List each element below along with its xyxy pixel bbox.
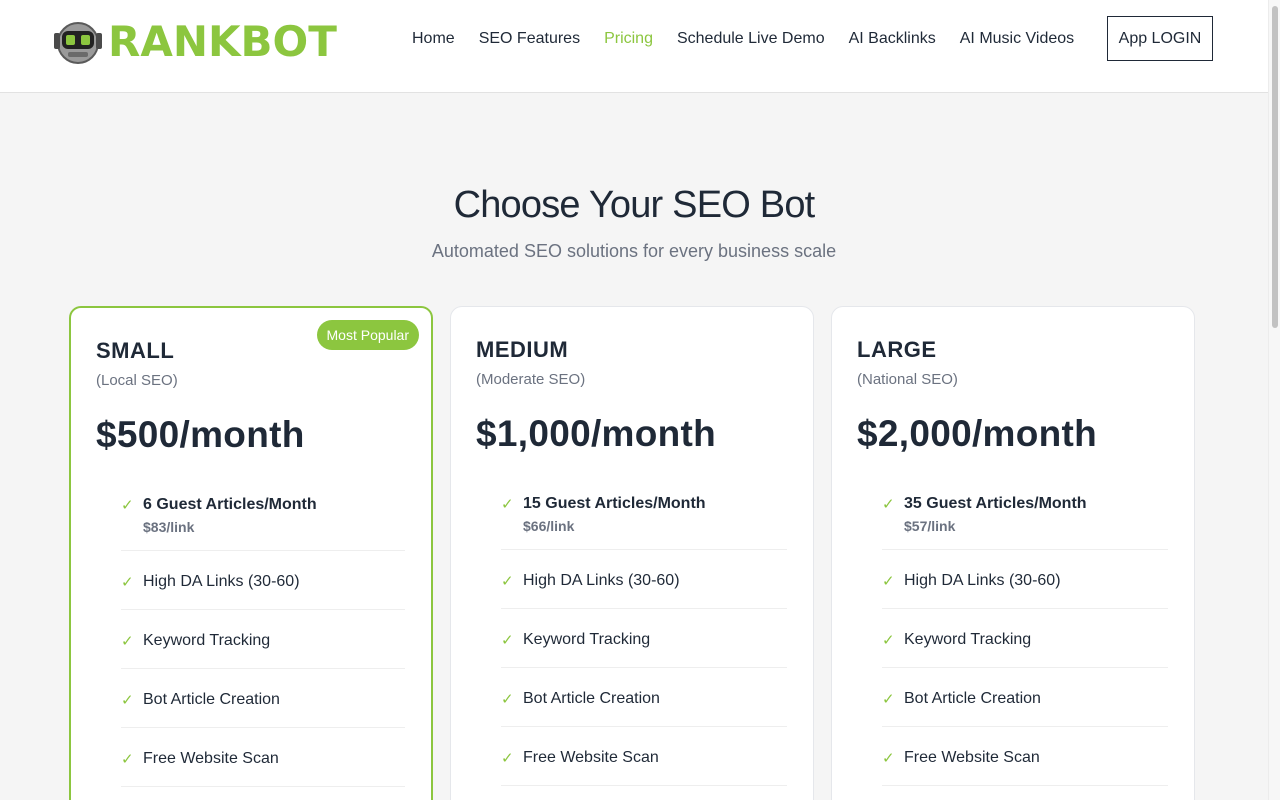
check-icon: ✓ [501,573,514,590]
feature-text: Bot Article Creation [904,690,1041,707]
feature-item: ✓ High DA Links (30-60) [882,550,1168,609]
plan-price: $1,000/month [476,413,717,454]
feature-item: ✓ Bot Article Creation [501,668,787,727]
check-icon: ✓ [121,574,134,591]
plan-scope: (Local SEO) [96,372,178,389]
check-icon: ✓ [882,691,895,708]
plan-card-large: LARGE (National SEO) $2,000/month ✓ 35 G… [831,306,1195,800]
plan-name: LARGE [857,337,937,362]
feature-text: Keyword Tracking [904,631,1032,648]
check-icon: ✓ [121,633,134,650]
feature-text: Free Website Scan [523,749,659,766]
feature-item: ✓ Keyword Tracking [121,610,405,669]
feature-articles: 15 Guest Articles/Month [523,495,706,512]
nav-ai-backlinks[interactable]: AI Backlinks [849,30,936,48]
feature-item: ✓ High DA Links (30-60) [501,550,787,609]
nav-ai-music-videos[interactable]: AI Music Videos [960,30,1074,48]
check-icon: ✓ [882,750,895,767]
check-icon: ✓ [121,751,134,768]
feature-item: ✓ Free Website Scan [501,727,787,786]
plan-price: $500/month [96,414,305,455]
feature-per-link: $66/link [523,518,575,534]
feature-item: ✓ Keyword Tracking [882,609,1168,668]
feature-item: ✓ High DA Links (30-60) [121,551,405,610]
feature-text: High DA Links (30-60) [904,572,1061,589]
scrollbar-thumb[interactable] [1272,6,1278,328]
feature-item: ✓ Free Website Scan [121,728,405,787]
check-icon: ✓ [882,496,895,513]
plan-price: $2,000/month [857,413,1098,454]
feature-text: Bot Article Creation [523,690,660,707]
feature-articles: 6 Guest Articles/Month [143,496,317,513]
feature-list: ✓ 15 Guest Articles/Month $66/link ✓ Hig… [501,485,787,786]
feature-item: ✓ 6 Guest Articles/Month $83/link [121,486,405,551]
brand-name: RANKBOT [108,17,337,66]
feature-list: ✓ 6 Guest Articles/Month $83/link ✓ High… [121,486,405,787]
feature-per-link: $83/link [143,519,195,535]
feature-text: Free Website Scan [143,750,279,767]
site-header: RANKBOT Home SEO Features Pricing Schedu… [0,0,1268,93]
nav-seo-features[interactable]: SEO Features [479,30,580,48]
logo[interactable]: RANKBOT [52,18,337,66]
feature-text: Keyword Tracking [523,631,651,648]
feature-text: High DA Links (30-60) [523,572,680,589]
check-icon: ✓ [501,691,514,708]
app-login-button[interactable]: App LOGIN [1107,16,1213,61]
robot-logo-icon [54,22,102,64]
feature-text: Keyword Tracking [143,632,271,649]
feature-text: High DA Links (30-60) [143,573,300,590]
feature-item: ✓ 35 Guest Articles/Month $57/link [882,485,1168,550]
check-icon: ✓ [501,750,514,767]
plan-name: SMALL [96,338,175,363]
check-icon: ✓ [121,692,134,709]
nav-home[interactable]: Home [412,30,455,48]
plan-name: MEDIUM [476,337,569,362]
page-scrollbar[interactable] [1268,0,1280,800]
plan-scope: (Moderate SEO) [476,371,586,388]
nav-schedule-demo[interactable]: Schedule Live Demo [677,30,825,48]
nav-pricing[interactable]: Pricing [604,30,653,48]
check-icon: ✓ [121,497,134,514]
main-nav: Home SEO Features Pricing Schedule Live … [400,16,1086,61]
feature-item: ✓ 15 Guest Articles/Month $66/link [501,485,787,550]
feature-item: ✓ Bot Article Creation [121,669,405,728]
plan-card-small: Most Popular SMALL (Local SEO) $500/mont… [69,306,433,800]
page-title: Choose Your SEO Bot [453,184,816,226]
most-popular-badge: Most Popular [316,320,419,350]
page-subtitle: Automated SEO solutions for every busine… [431,241,837,261]
check-icon: ✓ [882,632,895,649]
plan-scope: (National SEO) [857,371,958,388]
feature-list: ✓ 35 Guest Articles/Month $57/link ✓ Hig… [882,485,1168,786]
check-icon: ✓ [882,573,895,590]
feature-item: ✓ Bot Article Creation [882,668,1168,727]
check-icon: ✓ [501,496,514,513]
feature-item: ✓ Keyword Tracking [501,609,787,668]
check-icon: ✓ [501,632,514,649]
feature-text: Bot Article Creation [143,691,280,708]
feature-item: ✓ Free Website Scan [882,727,1168,786]
feature-per-link: $57/link [904,518,956,534]
feature-articles: 35 Guest Articles/Month [904,495,1087,512]
plan-card-medium: MEDIUM (Moderate SEO) $1,000/month ✓ 15 … [450,306,814,800]
feature-text: Free Website Scan [904,749,1040,766]
